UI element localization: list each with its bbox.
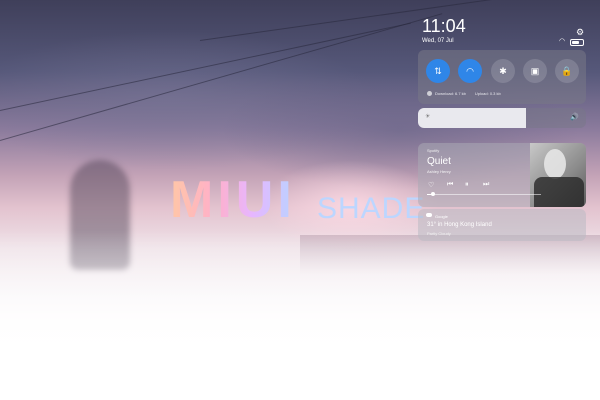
pause-icon[interactable]: ⏸ (465, 181, 469, 189)
wifi-icon: ◠ (466, 66, 474, 76)
media-progress-bar[interactable] (427, 192, 541, 196)
weather-condition: Partly Cloudy (427, 231, 451, 236)
upload-speed: Upload: 0.3 kb (474, 91, 501, 96)
lock-icon: 🔒 (561, 66, 573, 76)
wifi-icon: ◠ (559, 38, 566, 45)
bluetooth-toggle[interactable]: ✱ (491, 59, 515, 83)
quick-settings-card: ⇅ ◠ ✱ ▣ 🔒 Download: 6.7 kb Upload: 0.3 kb (418, 50, 586, 104)
like-icon[interactable]: ♡ (428, 181, 434, 189)
album-art-figure (544, 149, 566, 179)
battery-icon (570, 39, 584, 46)
media-player-card[interactable]: Spotify Quiet Ashley Henry ♡ ⏮ ⏸ ⏭ (418, 143, 586, 207)
brightness-slider[interactable]: ☀ 🔊 (418, 108, 586, 128)
cloud-icon (426, 213, 432, 217)
download-speed: Download: 6.7 kb (435, 91, 466, 96)
album-art-shape (534, 177, 584, 207)
screenshot-icon: ▣ (530, 66, 540, 76)
wallpaper-wire (199, 0, 597, 41)
miui-shade-logo: MIUI SHADE (170, 171, 424, 232)
bluetooth-icon: ✱ (499, 66, 507, 76)
network-icon (427, 91, 432, 97)
network-speed: Download: 6.7 kb Upload: 0.3 kb (427, 91, 501, 97)
lock-toggle[interactable]: 🔒 (555, 59, 579, 83)
sun-icon: ☀ (425, 114, 431, 120)
weather-provider: Google (435, 214, 448, 219)
weather-card[interactable]: Google 31° in Hong Kong Island Partly Cl… (418, 209, 586, 241)
track-artist: Ashley Henry (427, 169, 451, 174)
data-icon: ⇅ (434, 66, 442, 76)
date: Wed, 07 Jul (422, 38, 454, 44)
logo-miui-text: MIUI (170, 171, 296, 229)
media-progress-knob[interactable] (430, 192, 435, 196)
gear-icon[interactable]: ⚙ (576, 28, 584, 37)
next-icon[interactable]: ⏭ (483, 181, 489, 189)
wifi-toggle[interactable]: ◠ (458, 59, 482, 83)
volume-icon[interactable]: 🔊 (570, 113, 579, 121)
clock: 11:04 (422, 16, 466, 36)
album-art (530, 143, 586, 207)
wallpaper-fade (0, 230, 600, 400)
weather-temperature: 31° in Hong Kong Island (427, 222, 492, 228)
media-source: Spotify (427, 148, 440, 153)
brightness-fill (418, 108, 526, 128)
logo-shade-text: SHADE (317, 192, 426, 225)
data-toggle[interactable]: ⇅ (426, 59, 450, 83)
track-title: Quiet (427, 156, 451, 167)
previous-icon[interactable]: ⏮ (447, 181, 453, 189)
screenshot-toggle[interactable]: ▣ (523, 59, 547, 83)
